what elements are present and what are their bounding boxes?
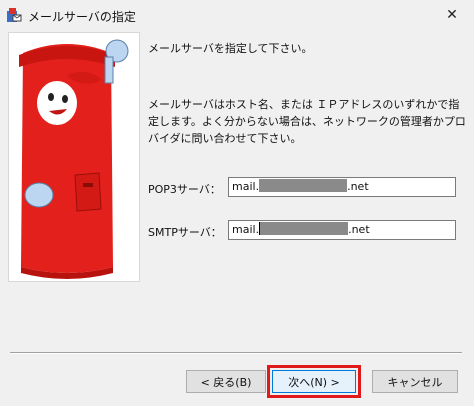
instruction-heading: メールサーバを指定して下さい。 <box>148 42 313 55</box>
smtp-prefix: mail. <box>232 223 260 236</box>
pop3-label: POP3サーバ： <box>148 183 221 196</box>
window-title: メールサーバの指定 <box>28 10 136 24</box>
mailbox-illustration <box>8 32 140 282</box>
next-button-highlight <box>267 365 361 398</box>
pop3-prefix: mail. <box>232 180 260 193</box>
app-icon <box>7 8 22 22</box>
instruction-description: メールサーバはホスト名、または ＩＰアドレスのいずれかで指定します。よく分からな… <box>148 98 466 145</box>
cancel-button[interactable]: キャンセル <box>372 370 458 393</box>
smtp-suffix: .net <box>348 223 370 236</box>
pop3-suffix: .net <box>347 180 369 193</box>
pop3-server-input[interactable]: mail. .net <box>228 177 456 197</box>
back-button[interactable]: < 戻る(B) <box>186 370 266 393</box>
mailbox-mascot-icon <box>19 39 129 279</box>
separator <box>10 352 462 354</box>
close-icon: ✕ <box>446 7 458 23</box>
title-bar: メールサーバの指定 ✕ <box>0 0 474 30</box>
smtp-server-input[interactable]: mail. .net <box>228 220 456 240</box>
close-button[interactable]: ✕ <box>430 0 474 30</box>
redacted-text <box>260 222 349 235</box>
smtp-label: SMTPサーバ： <box>148 226 222 239</box>
redacted-text <box>259 179 348 192</box>
